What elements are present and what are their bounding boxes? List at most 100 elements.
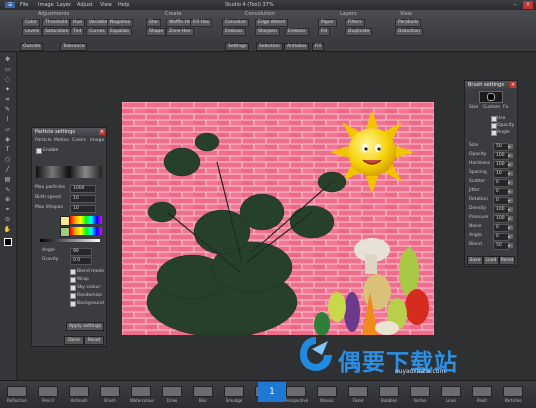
chevron-down-icon[interactable]: ▾	[508, 153, 513, 158]
lasso-tool-icon[interactable]: ◌	[3, 76, 12, 84]
curves-button[interactable]: Curves	[86, 28, 108, 36]
parabolic-button[interactable]: Parabolic	[395, 19, 422, 27]
brush-row-value[interactable]: 100	[493, 215, 509, 223]
tab-particle[interactable]: Particle	[35, 138, 52, 143]
brush-row-value[interactable]: 100	[493, 206, 509, 214]
emboss-button[interactable]: Emboss	[222, 28, 246, 36]
tab-motion[interactable]: Motion	[54, 138, 69, 143]
chevron-down-icon[interactable]: ▾	[508, 198, 513, 203]
emboss2-button[interactable]: Emboss	[285, 28, 309, 36]
brush-tab-size[interactable]: Size	[469, 105, 478, 110]
brush-row-value[interactable]: 0	[493, 179, 509, 187]
selection-button[interactable]: Selection	[256, 43, 283, 51]
tab-colors[interactable]: Colors	[72, 138, 86, 143]
bottom-tool-item[interactable]: Brush	[99, 386, 121, 403]
done-button[interactable]: Done	[64, 336, 84, 345]
chevron-down-icon[interactable]: ▾	[508, 144, 513, 149]
bottom-tool-item[interactable]: Smudge	[223, 386, 245, 403]
bottom-tool-item[interactable]: Vortex	[409, 386, 431, 403]
max-lifespan-field[interactable]: 10	[70, 205, 96, 213]
clone-tool-icon[interactable]: ⊕	[3, 196, 12, 204]
brush-load-button[interactable]: Load	[483, 256, 499, 265]
menu-file[interactable]: File	[20, 2, 28, 8]
angle-field[interactable]: 90	[70, 248, 92, 256]
brush-row-value[interactable]: 100	[493, 161, 509, 169]
brush-tab-custom[interactable]: Custom	[483, 105, 500, 110]
paper-button[interactable]: Paper	[318, 19, 337, 27]
bottom-tool-item[interactable]: Pencil	[37, 386, 59, 403]
brush-row-value[interactable]: 0	[493, 233, 509, 241]
brush-row-value[interactable]: 0	[493, 188, 509, 196]
bottom-tool-item[interactable]: Paint	[471, 386, 493, 403]
sky-colour-checkbox[interactable]	[70, 285, 76, 291]
bottom-tool-item[interactable]: Blur	[192, 386, 214, 403]
chevron-down-icon[interactable]: ▾	[508, 234, 513, 239]
hue-button[interactable]: Hue	[70, 19, 86, 27]
menu-adjust[interactable]: Adjust	[77, 2, 93, 8]
chevron-down-icon[interactable]: ▾	[508, 189, 513, 194]
bottom-tool-item[interactable]: Perspective	[285, 386, 308, 403]
menu-help[interactable]: Help	[118, 2, 129, 8]
bottom-tool-item[interactable]: Bubbles	[378, 386, 400, 403]
image-canvas[interactable]	[122, 102, 434, 338]
apply-settings-button[interactable]: Apply settings	[66, 322, 104, 331]
brush-save-button[interactable]: Save	[467, 256, 483, 265]
menu-layer[interactable]: Layer	[57, 2, 71, 8]
bottom-tool-item[interactable]: Watercolour	[130, 386, 154, 403]
enable-checkbox[interactable]	[36, 148, 42, 154]
fill-opt-button[interactable]: Fill	[312, 43, 325, 51]
birth-speed-field[interactable]: 10	[70, 195, 96, 203]
background-checkbox[interactable]	[70, 301, 76, 307]
pencil-tool-icon[interactable]: ✎	[3, 106, 12, 114]
close-icon[interactable]: ×	[99, 129, 105, 135]
line-tool-icon[interactable]: ╱	[3, 166, 12, 174]
fill-button[interactable]: Fill	[318, 28, 331, 36]
saturation-button[interactable]: Saturation	[42, 28, 72, 36]
antialias-button[interactable]: Antialias	[284, 43, 310, 51]
start-color-swatch[interactable]	[60, 216, 70, 226]
star-button[interactable]: Star	[146, 19, 162, 27]
start-color-spectrum[interactable]	[70, 216, 102, 224]
sharpen-button[interactable]: Sharpen	[255, 28, 280, 36]
brush-tool-icon[interactable]: ⌇	[3, 116, 12, 124]
chevron-down-icon[interactable]: ▾	[508, 225, 513, 230]
smudge-tool-icon[interactable]: ∿	[3, 186, 12, 194]
bottom-tool-item[interactable]: Particles	[502, 386, 524, 403]
text-tool-icon[interactable]: T	[3, 146, 12, 154]
eyedropper-tool-icon[interactable]: ⌖	[3, 206, 12, 214]
outside-button[interactable]: Outside	[20, 43, 44, 51]
eraser-tool-icon[interactable]: ▱	[3, 126, 12, 134]
brush-row-value[interactable]: 10	[493, 170, 509, 178]
color-button[interactable]: Color	[22, 19, 40, 27]
zone-hex-button[interactable]: Zone Hex	[166, 28, 194, 36]
equalize-button[interactable]: Equalize	[107, 28, 132, 36]
app-menu-button[interactable]: ☰	[5, 2, 16, 8]
duplicate-button[interactable]: Duplicate	[345, 28, 373, 36]
close-icon[interactable]: ×	[510, 82, 516, 88]
negative-button[interactable]: Negative	[107, 19, 134, 27]
menu-view[interactable]: View	[100, 2, 112, 8]
brush-row-value[interactable]: 100	[493, 152, 509, 160]
brush-reset-button[interactable]: Reset	[499, 256, 515, 265]
particle-preview-strip[interactable]	[36, 166, 102, 178]
chevron-down-icon[interactable]: ▾	[508, 207, 513, 212]
shape-tool-icon[interactable]: ○	[3, 156, 12, 164]
select-tool-icon[interactable]: ▭	[3, 66, 12, 74]
shape-button[interactable]: Shape	[146, 28, 167, 36]
hand-tool-icon[interactable]: ✋	[3, 226, 12, 234]
levels-button[interactable]: Levels	[22, 28, 43, 36]
end-color-swatch[interactable]	[60, 227, 70, 237]
bottom-tool-item[interactable]: Lines	[440, 386, 462, 403]
distortion-button[interactable]: Distortion	[395, 28, 424, 36]
end-color-spectrum[interactable]	[70, 227, 102, 235]
bottom-tool-item[interactable]: Mosaic	[316, 386, 338, 403]
bottom-tool-item[interactable]: Draw	[161, 386, 183, 403]
gradient-tool-icon[interactable]: ▤	[3, 176, 12, 184]
bottom-tool-item[interactable]: Airbrush	[68, 386, 90, 403]
zoom-tool-icon[interactable]: ⊙	[3, 216, 12, 224]
brush-row-value[interactable]: 50	[493, 143, 509, 151]
brush-row-value[interactable]: 0	[493, 197, 509, 205]
move-tool-icon[interactable]: ✥	[3, 56, 12, 64]
convolve-button[interactable]: Convolve	[222, 19, 249, 27]
tint-button[interactable]: Tint	[70, 28, 85, 36]
